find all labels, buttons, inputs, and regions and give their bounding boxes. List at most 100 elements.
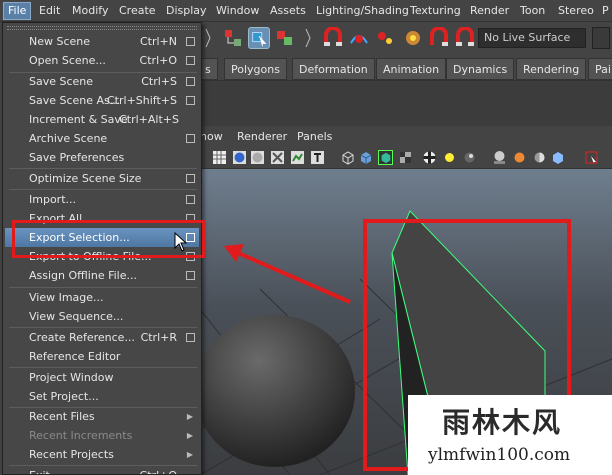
grid-icon[interactable] — [212, 150, 227, 165]
menu-item-set-project[interactable]: Set Project... — [5, 387, 199, 406]
menu-window[interactable]: Window — [212, 3, 263, 19]
option-box-icon[interactable] — [186, 96, 195, 105]
menu-create[interactable]: Create — [115, 3, 160, 19]
menu-item-new-scene[interactable]: New Scene Ctrl+N — [5, 32, 199, 51]
menu-toon[interactable]: Toon — [516, 3, 549, 19]
menu-item-exit[interactable]: Exit Ctrl+Q — [5, 466, 199, 474]
tab-deformation[interactable]: Deformation — [292, 58, 375, 80]
make-live-icon[interactable] — [428, 27, 450, 49]
menu-item-view-image[interactable]: View Image... — [5, 288, 199, 307]
menu-assets[interactable]: Assets — [266, 3, 310, 19]
toolbar-end-button[interactable] — [592, 27, 610, 49]
menu-item-label: Exit — [29, 466, 50, 474]
menu-lighting-shading[interactable]: Lighting/Shading — [312, 3, 413, 19]
option-box-icon[interactable] — [186, 77, 195, 86]
wireframe-on-shaded-icon[interactable] — [378, 150, 393, 165]
snap-to-curve-icon[interactable] — [348, 27, 370, 49]
option-box-icon[interactable] — [186, 134, 195, 143]
panel-menu-renderer[interactable]: Renderer — [237, 130, 287, 143]
menu-item-project-window[interactable]: Project Window — [5, 368, 199, 387]
tab-dynamics[interactable]: Dynamics — [446, 58, 515, 80]
select-camera-icon[interactable] — [584, 150, 599, 165]
menu-item-label: Import... — [29, 193, 76, 206]
menu-item-recent-files[interactable]: Recent Files ▶ — [5, 407, 199, 426]
snap-to-view-plane-icon[interactable] — [402, 27, 424, 49]
menu-item-import[interactable]: Import... — [5, 190, 199, 209]
menu-item-save-scene-as[interactable]: Save Scene As... Ctrl+Shift+S — [5, 91, 199, 110]
tab-polygons[interactable]: Polygons — [224, 58, 287, 80]
option-box-icon[interactable] — [186, 333, 195, 342]
menu-more[interactable]: P — [598, 3, 612, 19]
motion-blur-icon[interactable] — [512, 150, 527, 165]
live-surface-field[interactable]: No Live Surface — [478, 28, 586, 48]
cube-shaded-icon[interactable] — [358, 150, 373, 165]
menu-item-save-scene[interactable]: Save Scene Ctrl+S — [5, 72, 199, 91]
tab-rendering[interactable]: Rendering — [516, 58, 587, 80]
option-box-icon[interactable] — [186, 174, 195, 183]
tab-paint[interactable]: Pai — [588, 58, 612, 80]
menu-item-label: Increment & Save — [29, 113, 128, 126]
menu-item-label: Reference Editor — [29, 350, 121, 363]
menu-item-optimize-scene-size[interactable]: Optimize Scene Size — [5, 169, 199, 188]
menu-bar: File Edit Modify Create Display Window A… — [0, 0, 612, 22]
select-by-hierarchy-icon[interactable] — [222, 27, 244, 49]
checker-icon[interactable] — [270, 150, 285, 165]
menu-item-save-preferences[interactable]: Save Preferences — [5, 148, 199, 167]
menu-file[interactable]: File — [2, 2, 32, 20]
menu-edit[interactable]: Edit — [35, 3, 64, 19]
option-box-icon[interactable] — [186, 195, 195, 204]
sphere-shaded-icon[interactable] — [232, 150, 247, 165]
menu-item-open-scene[interactable]: Open Scene... Ctrl+O — [5, 51, 199, 70]
submenu-arrow-icon: ▶ — [186, 450, 193, 459]
menu-item-assign-offline-file[interactable]: Assign Offline File... — [5, 266, 199, 285]
menu-item-label: Recent Files — [29, 410, 95, 423]
toolbar-divider-icon — [205, 28, 211, 48]
option-box-icon[interactable] — [186, 271, 195, 280]
cube-wireframe-icon[interactable] — [340, 150, 355, 165]
menu-item-reference-editor[interactable]: Reference Editor — [5, 347, 199, 366]
menu-item-label: Create Reference... — [29, 331, 135, 344]
shelf-content — [200, 80, 612, 126]
option-box-icon[interactable] — [186, 56, 195, 65]
light-icon[interactable] — [442, 150, 457, 165]
snap-to-grid-icon[interactable] — [322, 27, 344, 49]
isolate-select-icon[interactable] — [550, 150, 565, 165]
text-icon[interactable] — [310, 150, 325, 165]
panel-menu-panels[interactable]: Panels — [297, 130, 332, 143]
tear-off-handle[interactable] — [7, 26, 197, 30]
panel-menu-show[interactable]: how — [200, 130, 223, 143]
menu-item-label: Archive Scene — [29, 132, 108, 145]
sphere-wire-icon[interactable] — [250, 150, 265, 165]
shadow-icon[interactable] — [462, 150, 477, 165]
menu-item-label: Optimize Scene Size — [29, 172, 142, 185]
checker-texture-icon[interactable] — [422, 150, 437, 165]
tab-animation[interactable]: Animation — [376, 58, 447, 80]
xray-icon[interactable] — [398, 150, 413, 165]
menu-item-recent-projects[interactable]: Recent Projects ▶ — [5, 445, 199, 464]
antialias-icon[interactable] — [532, 150, 547, 165]
menu-display[interactable]: Display — [162, 3, 211, 19]
menu-item-view-sequence[interactable]: View Sequence... — [5, 307, 199, 326]
menu-item-archive-scene[interactable]: Archive Scene — [5, 129, 199, 148]
menu-item-shortcut: Ctrl+Alt+S — [119, 113, 179, 126]
select-by-object-type-icon[interactable] — [248, 27, 270, 49]
menu-stereo[interactable]: Stereo — [554, 3, 598, 19]
snap-to-point-icon[interactable] — [374, 27, 396, 49]
menu-modify[interactable]: Modify — [68, 3, 112, 19]
select-by-component-icon[interactable] — [274, 27, 296, 49]
texture-icon[interactable] — [290, 150, 305, 165]
menu-item-increment-save[interactable]: Increment & Save Ctrl+Alt+S — [5, 110, 199, 129]
menu-item-label: Save Preferences — [29, 151, 125, 164]
sphere-object[interactable] — [200, 315, 355, 467]
menu-texturing[interactable]: Texturing — [406, 3, 465, 19]
menu-item-create-reference[interactable]: Create Reference... Ctrl+R — [5, 328, 199, 347]
menu-item-label: Save Scene — [29, 75, 94, 88]
menu-item-label: View Sequence... — [29, 310, 124, 323]
panel-toolbar — [200, 147, 612, 169]
option-box-icon[interactable] — [186, 37, 195, 46]
menu-render[interactable]: Render — [466, 3, 513, 19]
magnet-icon[interactable] — [454, 27, 476, 49]
ambient-occlusion-icon[interactable] — [492, 150, 507, 165]
menu-item-label: Project Window — [29, 371, 114, 384]
menu-item-shortcut: Ctrl+S — [141, 75, 177, 88]
